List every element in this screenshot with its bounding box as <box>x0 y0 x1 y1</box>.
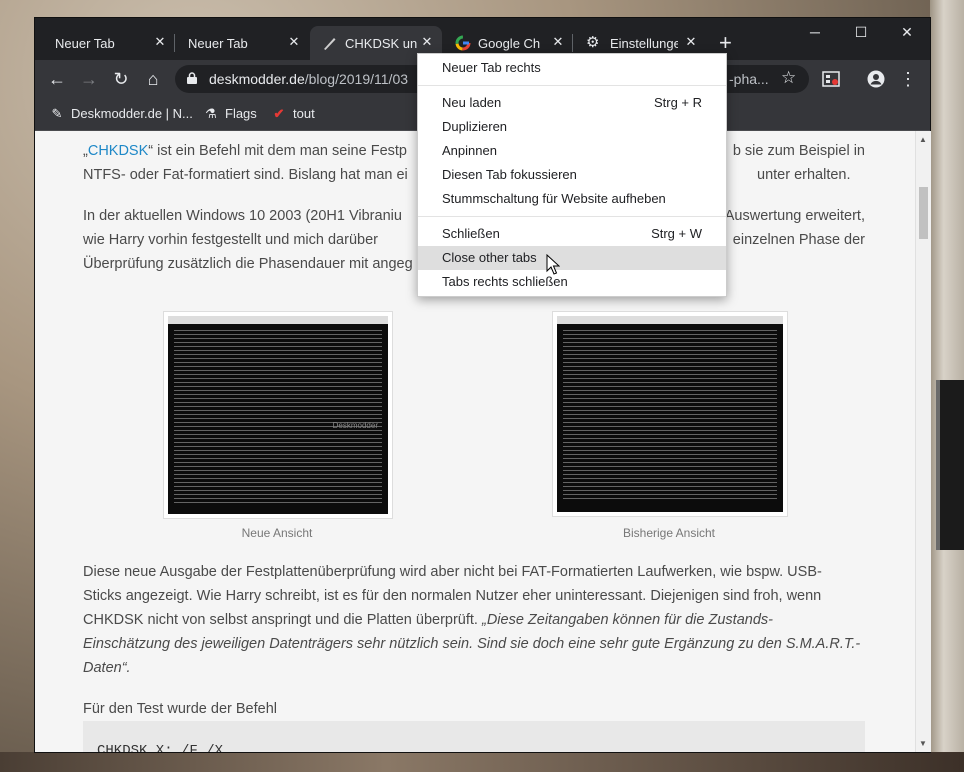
google-icon <box>455 35 471 51</box>
forward-button[interactable]: → <box>78 68 100 90</box>
code-block: CHKDSK X: /F /X <box>83 721 865 752</box>
close-window-button[interactable]: ✕ <box>884 24 930 41</box>
bookmark-deskmodder[interactable]: ✎ Deskmodder.de | N... <box>49 106 193 122</box>
menu-separator <box>418 216 726 217</box>
caption-old-view: Bisherige Ansicht <box>622 526 716 540</box>
home-button[interactable]: ⌂ <box>142 68 164 90</box>
tab-title: Neuer Tab <box>188 36 248 51</box>
menu-item-new-tab-right[interactable]: Neuer Tab rechts <box>418 56 726 80</box>
paragraph-3-line-4: Einschätzung des jeweiligen Datenträgers… <box>83 636 861 652</box>
url-tail: -pha... <box>729 71 769 87</box>
pen-icon <box>324 38 336 50</box>
new-tab-button[interactable]: + <box>719 32 732 54</box>
profile-icon[interactable] <box>867 70 885 88</box>
pen-icon: ✎ <box>51 106 63 121</box>
desktop-floor <box>0 752 964 772</box>
paragraph-4: Für den Test wurde der Befehl <box>83 701 277 717</box>
menu-item-duplicate[interactable]: Duplizieren <box>418 115 726 139</box>
back-button[interactable]: ← <box>46 68 68 90</box>
menu-item-unmute-site[interactable]: Stummschaltung für Website aufheben <box>418 187 726 211</box>
tab-2[interactable]: Neuer Tab ✕ <box>176 26 309 60</box>
scroll-up-icon[interactable]: ▲ <box>919 135 927 144</box>
code-text: CHKDSK X: /F /X <box>97 743 224 752</box>
screenshot-image: Deskmodder <box>168 316 388 514</box>
screenshot-image <box>557 316 783 512</box>
close-icon[interactable]: ✕ <box>551 35 565 49</box>
tab-title: Neuer Tab <box>55 36 115 51</box>
lock-icon <box>187 72 197 84</box>
caption-new-view: Neue Ansicht <box>241 526 313 540</box>
scroll-down-icon[interactable]: ▼ <box>919 739 927 748</box>
paragraph-1-line-2-right: unter erhalten. <box>757 167 851 183</box>
mouse-cursor-icon <box>546 254 560 275</box>
tab-context-menu: Neuer Tab rechts Neu laden Strg + R Dupli… <box>417 53 727 297</box>
tab-title: Einstellungen <box>610 36 678 51</box>
close-icon[interactable]: ✕ <box>420 35 434 49</box>
close-icon[interactable]: ✕ <box>153 35 167 49</box>
close-icon[interactable]: ✕ <box>287 35 301 49</box>
extension-icon[interactable] <box>822 70 840 88</box>
tab-separator <box>572 34 573 52</box>
paragraph-3-line-1: Diese neue Ausgabe der Festplattenüberpr… <box>83 564 822 580</box>
reload-button[interactable]: ↻ <box>110 68 132 90</box>
bookmark-tout[interactable]: ✔ tout <box>271 106 315 122</box>
scroll-thumb[interactable] <box>919 187 928 239</box>
gear-icon: ⚙ <box>586 34 600 51</box>
menu-button[interactable]: ⋮ <box>897 68 919 90</box>
bookmark-star-icon[interactable]: ☆ <box>781 68 796 88</box>
tab-title: Google Chro <box>478 36 540 51</box>
menu-item-reload[interactable]: Neu laden Strg + R <box>418 91 726 115</box>
paragraph-3-line-2: Sticks angezeigt. Wie Harry schreibt, is… <box>83 588 822 604</box>
paragraph-3-line-5: Daten“. <box>83 660 131 676</box>
figure-new-view[interactable]: Deskmodder <box>163 311 393 519</box>
paragraph-3-line-3: CHKDSK nicht von selbst anspringt und di… <box>83 612 773 628</box>
menu-item-close[interactable]: Schließen Strg + W <box>418 222 726 246</box>
check-icon: ✔ <box>273 106 285 121</box>
maximize-button[interactable]: ☐ <box>838 24 884 41</box>
menu-item-focus-tab[interactable]: Diesen Tab fokussieren <box>418 163 726 187</box>
vertical-scrollbar[interactable]: ▲ ▼ <box>915 131 931 752</box>
figure-old-view[interactable] <box>552 311 788 517</box>
tab-title: CHKDSK unt <box>345 36 417 51</box>
desktop-tv <box>936 380 964 550</box>
flask-icon: ⚗ <box>205 106 217 121</box>
close-icon[interactable]: ✕ <box>684 35 698 49</box>
menu-item-close-other-tabs[interactable]: Close other tabs <box>418 246 726 270</box>
url-text: deskmodder.de/blog/2019/11/03 <box>209 71 409 87</box>
menu-separator <box>418 85 726 86</box>
bookmark-flags[interactable]: ⚗ Flags <box>203 106 257 122</box>
menu-item-close-tabs-right[interactable]: Tabs rechts schließen <box>418 270 726 294</box>
minimize-button[interactable]: ─ <box>792 24 838 40</box>
menu-item-pin[interactable]: Anpinnen <box>418 139 726 163</box>
tab-separator <box>174 34 175 52</box>
tab-1[interactable]: Neuer Tab ✕ <box>35 26 175 60</box>
